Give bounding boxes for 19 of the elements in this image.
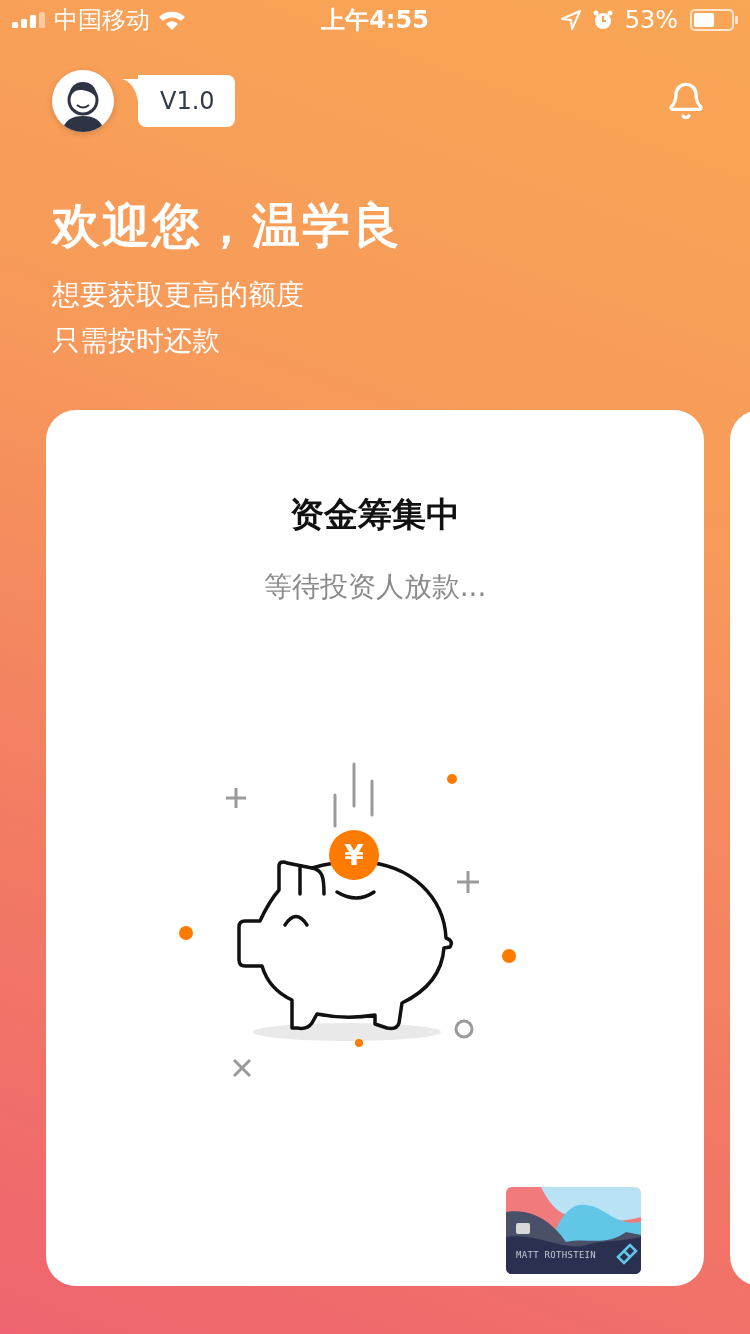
card-holder-name: MATT ROTHSTEIN (516, 1250, 597, 1260)
card-subtitle: 等待投资人放款... (263, 569, 487, 605)
greeting-title: 欢迎您，温学良 (52, 196, 403, 255)
greeting-subtitle: 只需按时还款 (52, 323, 221, 359)
wifi-icon (158, 10, 186, 30)
status-time: 上午4:55 (321, 5, 429, 36)
alarm-clock-icon (592, 10, 613, 30)
carrier-name: 中国移动 (54, 5, 150, 36)
bell-icon[interactable] (666, 81, 706, 121)
battery-percent: 53% (624, 6, 678, 34)
version-badge: V1.0 (138, 75, 235, 127)
greeting-subtitle: 想要获取更高的额度 (52, 277, 305, 313)
battery-icon (690, 9, 738, 31)
speech-tail-icon (122, 79, 138, 101)
coin-symbol: ¥ (344, 839, 364, 872)
signal-icon (12, 12, 46, 28)
location-arrow-icon (560, 10, 581, 30)
avatar[interactable] (52, 70, 114, 132)
card-title: 资金筹集中 (290, 493, 460, 536)
